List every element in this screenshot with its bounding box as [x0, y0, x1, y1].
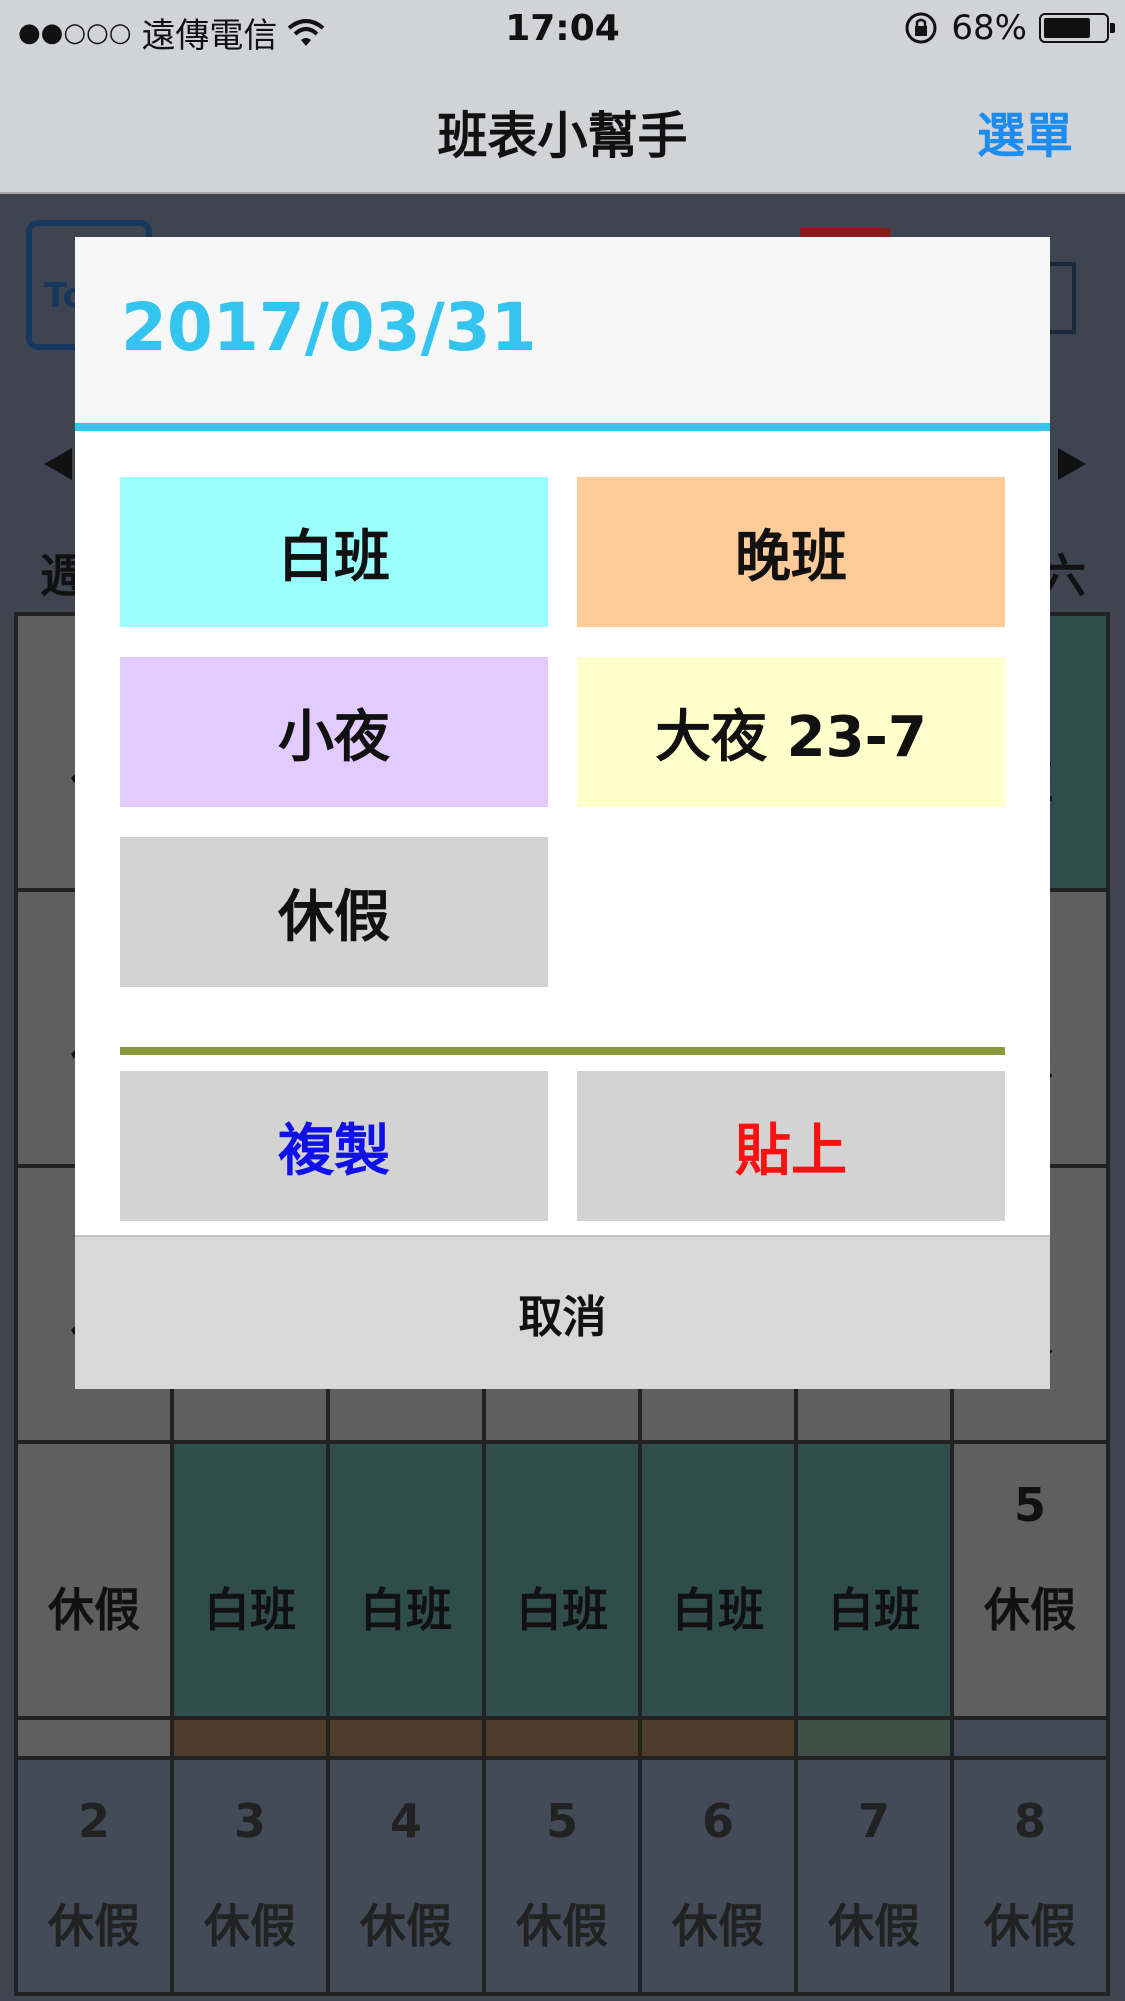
calendar-cell: 2 休假 [18, 1760, 170, 1992]
dialog-date-title: 2017/03/31 [121, 289, 537, 366]
battery-percent: 68% [951, 8, 1027, 48]
status-bar: ●●○○○ 遠傳電信 17:04 68% [0, 0, 1125, 60]
calendar-cell: 8 休假 [954, 1760, 1106, 1992]
actions-divider [120, 1047, 1005, 1055]
shift-small-night-button[interactable]: 小夜 [120, 657, 548, 807]
calendar-cell: 白班 [642, 1444, 794, 1716]
calendar-cell: 6 休假 [642, 1760, 794, 1992]
shift-big-night-button[interactable]: 大夜 23-7 [577, 657, 1005, 807]
calendar-cell: 白班 [174, 1444, 326, 1716]
page-title: 班表小幫手 [437, 107, 688, 165]
menu-button[interactable]: 選單 [977, 96, 1073, 166]
calendar-cell: 7 休假 [798, 1760, 950, 1992]
calendar-grid-next-week: 2 休假 3 休假 4 休假 5 休假 6 休假 7 休假 8 休假 [14, 1756, 1110, 1996]
shift-picker-dialog: 2017/03/31 白班 晚班 小夜 大夜 23-7 休假 複製 貼上 取消 [75, 237, 1050, 1389]
rotation-lock-icon [905, 12, 937, 44]
next-month-arrow-icon [1058, 448, 1086, 480]
copy-button[interactable]: 複製 [120, 1071, 548, 1221]
paste-button[interactable]: 貼上 [577, 1071, 1005, 1221]
calendar-cell: 休假 [18, 1444, 170, 1716]
calendar-cell: 白班 [798, 1444, 950, 1716]
cancel-button[interactable]: 取消 [75, 1235, 1050, 1389]
header-divider [75, 423, 1050, 431]
calendar-cell: 5 休假 [954, 1444, 1106, 1716]
calendar-cell: 4 休假 [330, 1760, 482, 1992]
battery-icon [1039, 13, 1115, 43]
navigation-bar: 班表小幫手 選單 [0, 60, 1125, 194]
calendar-cell: 3 休假 [174, 1760, 326, 1992]
shift-day-button[interactable]: 白班 [120, 477, 548, 627]
calendar-cell: 白班 [486, 1444, 638, 1716]
shift-day-off-button[interactable]: 休假 [120, 837, 548, 987]
shift-evening-button[interactable]: 晚班 [577, 477, 1005, 627]
calendar-cell: 5 休假 [486, 1760, 638, 1992]
previous-month-arrow-icon [44, 448, 72, 480]
calendar-cell: 白班 [330, 1444, 482, 1716]
dialog-header: 2017/03/31 [75, 237, 1050, 423]
